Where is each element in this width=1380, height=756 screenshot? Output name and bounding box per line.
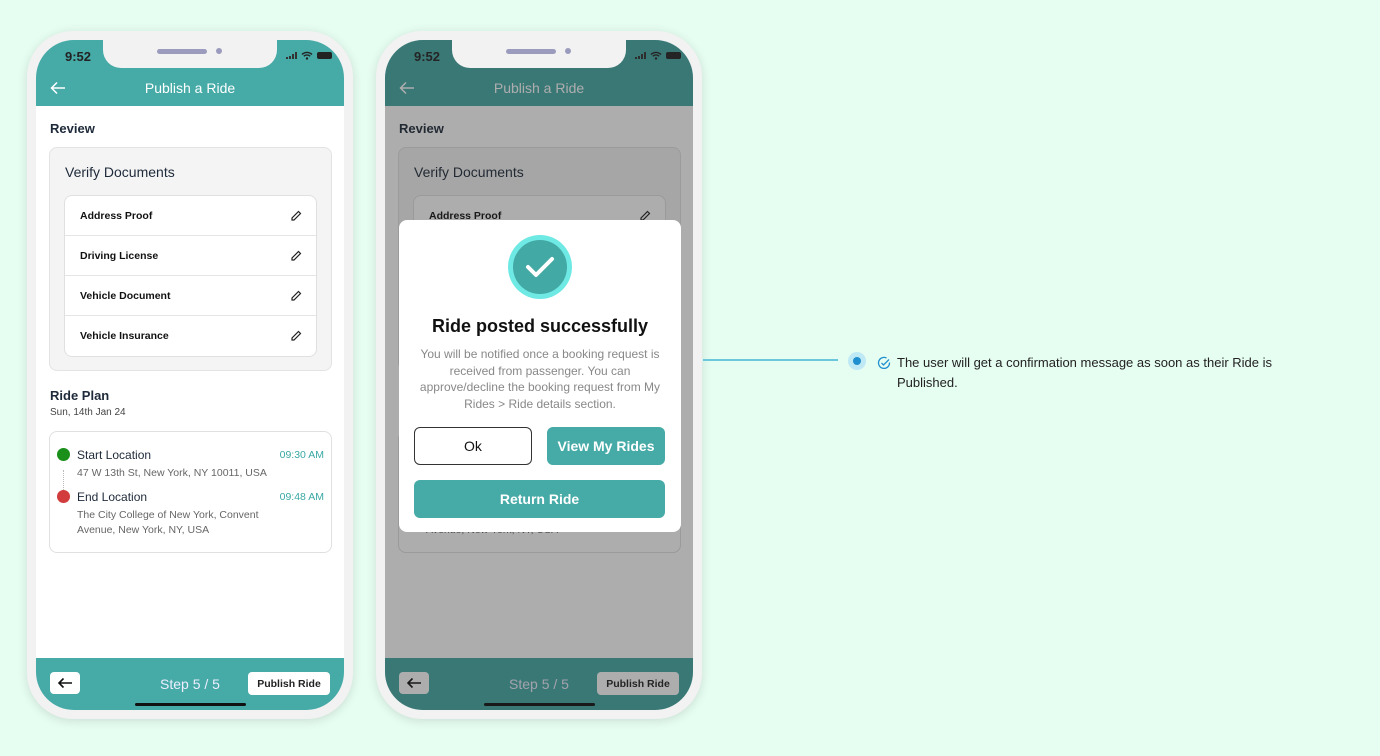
documents-list: Address Proof Driving License Vehicle Do… [64,195,317,357]
signal-icon [286,52,297,59]
view-my-rides-button[interactable]: View My Rides [547,427,665,465]
annotation-bullet-icon [848,352,866,370]
publish-ride-button[interactable]: Publish Ride [248,672,330,695]
start-location-dot-icon [57,448,70,461]
ride-plan-card: Start Location 09:30 AM 47 W 13th St, Ne… [49,431,332,553]
step-footer: Step 5 / 5 Publish Ride [36,658,344,710]
check-circle-icon [508,235,572,299]
review-heading: Review [50,121,95,136]
document-item-vehicle-document[interactable]: Vehicle Document [65,276,316,316]
return-ride-button[interactable]: Return Ride [414,480,665,518]
end-time: 09:48 AM [279,491,324,503]
pencil-icon[interactable] [290,250,302,262]
ok-button[interactable]: Ok [414,427,532,465]
page-title: Publish a Ride [144,80,236,96]
phone-notch [103,40,277,68]
start-location-label: Start Location [77,448,152,462]
end-location-dot-icon [57,490,70,503]
status-time: 9:52 [65,49,92,64]
pencil-icon[interactable] [290,210,302,222]
document-label: Address Proof [80,209,153,222]
document-label: Vehicle Insurance [80,330,169,342]
route-connector [63,470,64,492]
battery-icon [317,52,332,59]
home-indicator [135,703,246,706]
pencil-icon[interactable] [290,290,302,302]
document-label: Driving License [80,249,159,262]
annotation-text: The user will get a confirmation message… [897,355,1273,390]
review-content: Review Verify Documents Address Proof Dr… [36,106,344,658]
phone-frame-success: 9:52 Publish a Ride Review Verify Docume… [376,31,702,719]
document-label: Vehicle Document [80,289,171,302]
ride-plan-heading: Ride Plan [50,388,110,403]
success-dialog: Ride posted successfully You will be not… [399,220,681,532]
annotation-connector-line [703,359,838,361]
verify-documents-title: Verify Documents [65,164,175,180]
document-item-address-proof[interactable]: Address Proof [65,196,316,236]
document-item-vehicle-insurance[interactable]: Vehicle Insurance [65,316,316,356]
end-location-label: End Location [77,490,148,504]
status-icons [286,51,332,60]
ride-plan-date: Sun, 14th Jan 24 [50,407,126,418]
phone-frame-review: 9:52 Publish a Ride Review Verify Docume… [27,31,353,719]
wifi-icon [301,51,313,60]
end-address: The City College of New York, Convent Av… [77,509,259,536]
dialog-title: Ride posted successfully [431,316,649,336]
check-circle-outline-icon [877,356,891,370]
phone-screen: 9:52 Publish a Ride Review Verify Docume… [36,40,344,710]
pencil-icon[interactable] [290,330,302,342]
phone-notch [452,40,626,68]
document-item-driving-license[interactable]: Driving License [65,236,316,276]
start-time: 09:30 AM [279,449,324,461]
phone-screen: 9:52 Publish a Ride Review Verify Docume… [385,40,693,710]
verify-documents-card: Verify Documents Address Proof Driving L… [49,147,332,371]
start-address: 47 W 13th St, New York, NY 10011, USA [77,467,267,479]
dialog-message: You will be notified once a booking requ… [419,347,661,411]
